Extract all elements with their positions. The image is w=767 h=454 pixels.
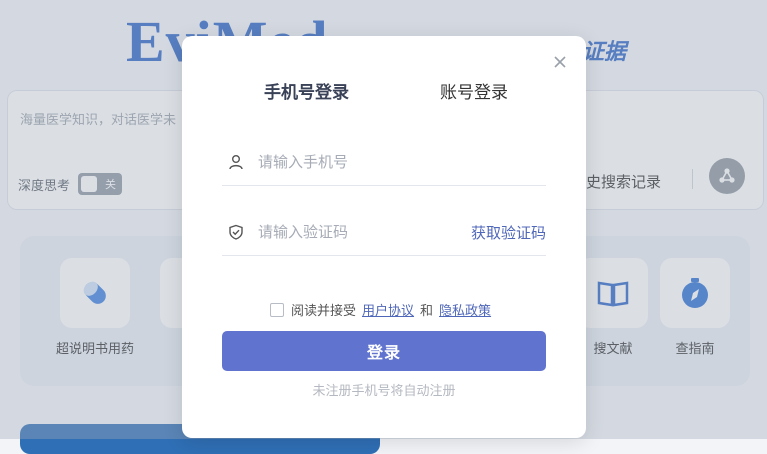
agreement-and: 和	[420, 304, 434, 319]
shield-icon	[222, 224, 256, 240]
agreement-row: 阅读并接受 用户协议 和 隐私政策	[270, 300, 491, 319]
agreement-prefix: 阅读并接受	[291, 304, 357, 319]
user-agreement-link[interactable]: 用户协议	[362, 300, 414, 319]
agreement-checkbox[interactable]	[270, 302, 284, 317]
code-field: 获取验证码	[222, 209, 546, 256]
auto-register-note: 未注册手机号将自动注册	[312, 384, 456, 399]
phone-input[interactable]	[256, 152, 546, 172]
get-code-button[interactable]: 获取验证码	[471, 222, 546, 243]
login-button[interactable]: 登录	[222, 331, 546, 371]
tab-phone-login[interactable]: 手机号登录	[264, 78, 349, 103]
tab-account-login[interactable]: 账号登录	[440, 78, 508, 103]
privacy-policy-link[interactable]: 隐私政策	[439, 300, 491, 319]
close-icon[interactable]	[552, 54, 568, 70]
user-icon	[222, 154, 256, 170]
phone-field	[222, 139, 546, 186]
code-input[interactable]	[256, 222, 471, 242]
login-modal: 手机号登录 账号登录 获取验证码 阅读并接受 用户协议 和 隐私政策 登录 未注…	[182, 36, 586, 438]
